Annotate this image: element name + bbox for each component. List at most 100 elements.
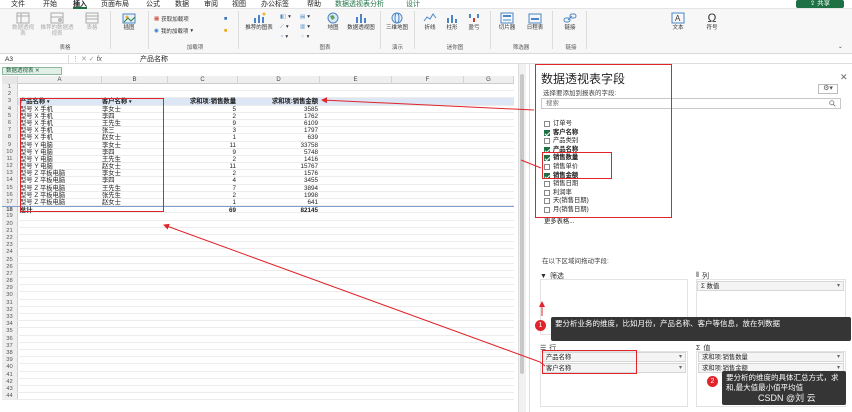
row-number[interactable]: 5 [2, 112, 18, 119]
column-header[interactable]: E [320, 76, 392, 84]
map-button[interactable]: 地图 [322, 12, 344, 31]
row-number[interactable]: 40 [2, 364, 18, 371]
get-addins-button[interactable]: ▦ 获取加载项 [154, 15, 189, 23]
menu-formulas[interactable]: 公式 [146, 0, 160, 9]
row-number[interactable]: 42 [2, 378, 18, 385]
menu-office-tab[interactable]: 办公标签 [261, 0, 289, 9]
more-tables-link[interactable]: 更多表格... [544, 216, 574, 225]
row-number[interactable]: 26 [2, 263, 18, 270]
field-item[interactable]: 销售金额 [544, 172, 578, 180]
row-number[interactable]: 8 [2, 134, 18, 141]
checkbox[interactable] [544, 181, 550, 188]
pivot-header-qty[interactable]: 求和项:销售数量 [168, 98, 238, 105]
row-number[interactable]: 32 [2, 306, 18, 313]
value-chip-qty[interactable]: 求和项:销售数量 ▾ [698, 352, 844, 362]
field-item[interactable]: 月(销售日期) [544, 206, 589, 214]
cell-amount[interactable]: 641 [238, 199, 320, 206]
table-button[interactable]: 表格 [82, 12, 102, 31]
menu-page-layout[interactable]: 页面布局 [101, 0, 129, 9]
field-item[interactable]: 利润率 [544, 189, 572, 197]
share-button[interactable]: ⇪ 共享 [796, 0, 844, 8]
row-number[interactable]: 36 [2, 335, 18, 342]
cell-amount[interactable]: 1762 [238, 113, 320, 120]
cell-qty[interactable]: 7 [168, 185, 238, 192]
filter-dropdown-icon[interactable]: ▾ [47, 99, 50, 105]
row-number[interactable]: 19 [2, 213, 18, 220]
cell-qty[interactable]: 9 [168, 149, 238, 156]
my-addins-button[interactable]: ◉ 我的加载项 ▾ [154, 27, 193, 35]
pivot-chart-button[interactable]: 数据透视图 [346, 12, 376, 31]
column-chart-dropdown[interactable]: ▮▯ ▾ [280, 13, 291, 21]
text-button[interactable]: A 文本 [668, 12, 688, 31]
row-number[interactable]: 4 [2, 105, 18, 112]
cell-product[interactable]: 型号 Y 电脑 [20, 142, 102, 149]
confirm-icon[interactable]: ✓ [89, 56, 97, 63]
cell-amount[interactable]: 1998 [238, 192, 320, 199]
checkbox[interactable] [544, 198, 550, 205]
hierarchy-chart-dropdown[interactable]: ▤ ▾ [300, 13, 310, 21]
row-number[interactable]: 13 [2, 170, 18, 177]
cell-product[interactable]: 型号 Z 平板电脑 [20, 192, 102, 199]
formula-input[interactable]: 产品名称 [140, 55, 168, 64]
cell-qty[interactable]: 5 [168, 106, 238, 113]
row-chip-product[interactable]: 产品名称 ▾ [542, 352, 686, 362]
checkbox-checked[interactable] [544, 172, 550, 179]
column-header[interactable]: G [464, 76, 514, 84]
cell-qty[interactable]: 4 [168, 177, 238, 184]
cell-amount[interactable]: 33758 [238, 142, 320, 149]
sparkline-winloss-button[interactable]: 盈亏 [464, 12, 484, 31]
checkbox-checked[interactable] [544, 155, 550, 162]
visio-addin-button[interactable]: ■ [224, 15, 227, 23]
menu-view[interactable]: 视图 [232, 0, 246, 9]
cell-qty[interactable]: 11 [168, 163, 238, 170]
slicer-button[interactable]: 切片器 [494, 12, 520, 31]
close-icon[interactable]: ✕ [840, 72, 848, 83]
row-number[interactable]: 6 [2, 119, 18, 127]
row-number[interactable]: 15 [2, 184, 18, 191]
scatter-chart-dropdown[interactable]: ⁘ ▾ [300, 33, 309, 41]
row-number[interactable]: 24 [2, 249, 18, 256]
checkbox[interactable] [544, 207, 550, 213]
cell-amount[interactable]: 3585 [238, 106, 320, 113]
column-header[interactable]: B [102, 76, 168, 84]
field-item[interactable]: 产品类别 [544, 137, 578, 145]
field-item[interactable]: 订单号 [544, 120, 572, 128]
row-number[interactable]: 37 [2, 342, 18, 349]
menu-design[interactable]: 设计 [406, 0, 420, 9]
cell-product[interactable]: 型号 X 手机 [20, 134, 102, 141]
cell-customer[interactable]: 李四 [102, 113, 168, 120]
column-header[interactable]: C [168, 76, 238, 84]
more-icon[interactable]: ⋮ [72, 56, 81, 63]
row-number[interactable]: 38 [2, 349, 18, 357]
row-number[interactable]: 21 [2, 227, 18, 234]
row-chip-customer[interactable]: 客户名称 ▾ [542, 363, 686, 373]
cell-product[interactable]: 型号 Y 电脑 [20, 156, 102, 163]
row-number[interactable]: 12 [2, 163, 18, 170]
row-number[interactable]: 2 [2, 91, 18, 98]
row-number[interactable]: 28 [2, 278, 18, 285]
row-number[interactable]: 1 [2, 84, 18, 91]
row-number[interactable]: 22 [2, 234, 18, 242]
pivot-table-button[interactable]: 数据透视表 [10, 12, 36, 37]
cell-amount[interactable]: 15767 [238, 163, 320, 170]
cell-qty[interactable]: 1 [168, 134, 238, 141]
cell-qty[interactable]: 2 [168, 156, 238, 163]
menu-file[interactable]: 文件 [11, 0, 25, 9]
cell-customer[interactable]: 王先生 [102, 156, 168, 163]
cell-customer[interactable]: 李女士 [102, 106, 168, 113]
select-all-corner[interactable] [2, 76, 18, 84]
row-number[interactable]: 30 [2, 292, 18, 299]
column-header[interactable]: D [238, 76, 320, 84]
menu-home[interactable]: 开始 [43, 0, 57, 9]
column-chip-values[interactable]: Σ 数值 ▾ [697, 281, 844, 291]
field-item[interactable]: 销售单价 [544, 163, 578, 171]
column-header[interactable]: F [392, 76, 464, 84]
checkbox[interactable] [544, 121, 550, 127]
statistic-chart-dropdown[interactable]: ▥ ▾ [300, 23, 310, 31]
cell-product[interactable]: 型号 Z 平板电脑 [20, 185, 102, 192]
cell-qty[interactable]: 2 [168, 192, 238, 199]
menu-data[interactable]: 数据 [175, 0, 189, 9]
cell-amount[interactable]: 3894 [238, 185, 320, 192]
row-number[interactable]: 34 [2, 321, 18, 328]
symbol-button[interactable]: Ω 符号 [702, 12, 722, 31]
